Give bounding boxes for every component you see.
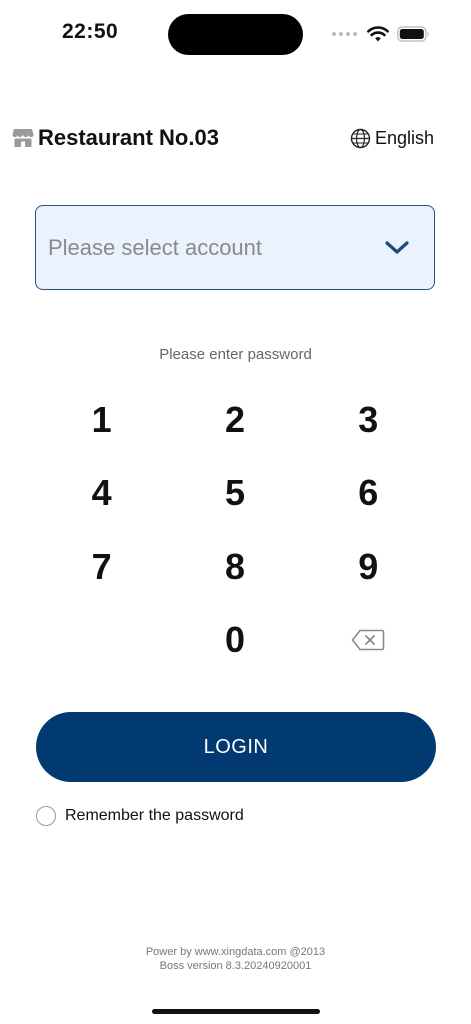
home-indicator	[152, 1009, 320, 1014]
key-6[interactable]: 6	[302, 457, 435, 531]
remember-password-option[interactable]: Remember the password	[36, 806, 244, 826]
chevron-down-icon	[385, 240, 409, 254]
storefront-icon	[12, 129, 34, 147]
status-indicators	[332, 22, 431, 46]
globe-icon	[350, 128, 371, 149]
key-9[interactable]: 9	[302, 530, 435, 604]
delete-key[interactable]	[302, 604, 435, 678]
footer: Power by www.xingdata.com @2013 Boss ver…	[0, 945, 471, 973]
key-5[interactable]: 5	[168, 457, 301, 531]
status-time: 22:50	[62, 20, 119, 43]
page-title: Restaurant No.03	[38, 125, 219, 150]
login-button[interactable]: LOGIN	[36, 712, 436, 782]
key-3[interactable]: 3	[302, 383, 435, 457]
password-prompt: Please enter password	[159, 346, 312, 363]
backspace-icon	[352, 629, 385, 651]
key-1[interactable]: 1	[35, 383, 168, 457]
key-0[interactable]: 0	[168, 604, 301, 678]
language-label: English	[375, 128, 435, 148]
numeric-keypad: 1 2 3 4 5 6 7 8 9 0	[35, 383, 435, 677]
key-8[interactable]: 8	[168, 530, 301, 604]
remember-password-label: Remember the password	[65, 807, 244, 824]
wifi-icon	[367, 25, 389, 41]
remember-password-radio[interactable]	[36, 806, 56, 826]
version-text: Boss version 8.3.20240920001	[159, 960, 312, 972]
powered-by-text: Power by www.xingdata.com @2013	[145, 946, 326, 958]
key-4[interactable]: 4	[35, 457, 168, 531]
account-placeholder: Please select account	[48, 234, 263, 260]
cellular-signal-icon	[332, 32, 357, 36]
dynamic-island	[168, 14, 303, 55]
language-selector[interactable]: English	[350, 128, 434, 149]
key-7[interactable]: 7	[35, 530, 168, 604]
account-select[interactable]: Please select account	[35, 205, 435, 290]
key-empty	[35, 604, 168, 678]
battery-icon	[397, 26, 429, 42]
key-2[interactable]: 2	[168, 383, 301, 457]
